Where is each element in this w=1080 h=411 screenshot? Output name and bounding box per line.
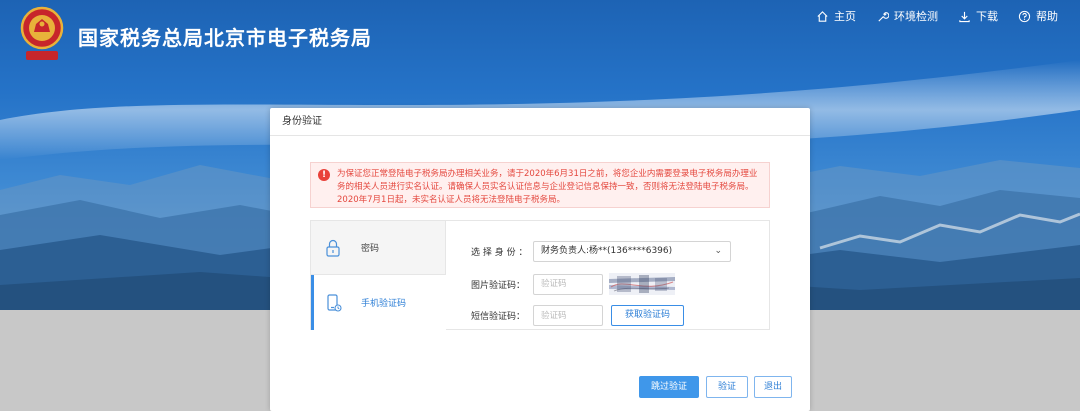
lock-icon [326, 239, 340, 257]
dialog-title: 身份验证 [270, 108, 810, 136]
identity-label: 选 择 身 份 ： [471, 248, 528, 258]
sms-code-label: 短信验证码： [471, 312, 526, 322]
skip-verification-button[interactable]: 跳过验证 [639, 376, 699, 398]
top-navigation: 主页 环境检测 下载 帮助 [816, 8, 1058, 24]
identity-select-value: 财务负责人:杨**(136****6396) [541, 246, 673, 256]
image-code-input[interactable] [533, 273, 603, 295]
get-sms-code-button[interactable]: 获取验证码 [611, 305, 684, 326]
nav-home-label: 主页 [834, 10, 856, 23]
tax-bureau-emblem [18, 6, 66, 64]
help-icon [1018, 10, 1031, 22]
mobile-icon [327, 293, 342, 312]
tab-mobile-code[interactable]: 手机验证码 [311, 275, 446, 330]
notice-text: 为保证您正常登陆电子税务局办理相关业务，请于2020年6月31日之前，将您企业内… [337, 169, 758, 205]
exit-button[interactable]: 退出 [754, 376, 792, 398]
sms-code-row: 短信验证码： 获取验证码 [471, 305, 684, 326]
image-code-label: 图片验证码： [471, 280, 526, 291]
nav-download-label: 下载 [976, 10, 998, 23]
wrench-icon [878, 11, 889, 22]
verification-panel: 密码 手机验证码 选 择 身 份 ： 财务负责人:杨**(136****6396… [310, 220, 770, 330]
captcha-image[interactable] [609, 273, 675, 295]
identity-row: 选 择 身 份 ： 财务负责人:杨**(136****6396) ⌄ [471, 241, 731, 262]
site-title: 国家税务总局北京市电子税务局 [78, 26, 372, 50]
tab-mobile-code-label: 手机验证码 [361, 299, 407, 309]
real-name-notice: ! 为保证您正常登陆电子税务局办理相关业务，请于2020年6月31日之前，将您企… [310, 162, 770, 208]
nav-environment-check[interactable]: 环境检测 [876, 8, 938, 24]
tab-password[interactable]: 密码 [311, 221, 446, 275]
image-code-row: 图片验证码： [471, 273, 675, 295]
nav-help[interactable]: 帮助 [1018, 8, 1058, 24]
nav-help-label: 帮助 [1036, 10, 1058, 23]
sms-code-input[interactable] [533, 305, 603, 326]
identity-select[interactable]: 财务负责人:杨**(136****6396) ⌄ [533, 241, 731, 262]
chevron-down-icon: ⌄ [714, 246, 722, 256]
tab-password-label: 密码 [361, 244, 380, 254]
warning-icon: ! [318, 169, 330, 181]
identity-verification-dialog: 身份验证 ! 为保证您正常登陆电子税务局办理相关业务，请于2020年6月31日之… [270, 108, 810, 411]
nav-home[interactable]: 主页 [816, 8, 856, 24]
verify-button[interactable]: 验证 [706, 376, 748, 398]
home-icon [817, 10, 828, 22]
download-icon [959, 11, 970, 22]
nav-download[interactable]: 下载 [958, 8, 998, 24]
nav-environment-check-label: 环境检测 [894, 10, 938, 23]
